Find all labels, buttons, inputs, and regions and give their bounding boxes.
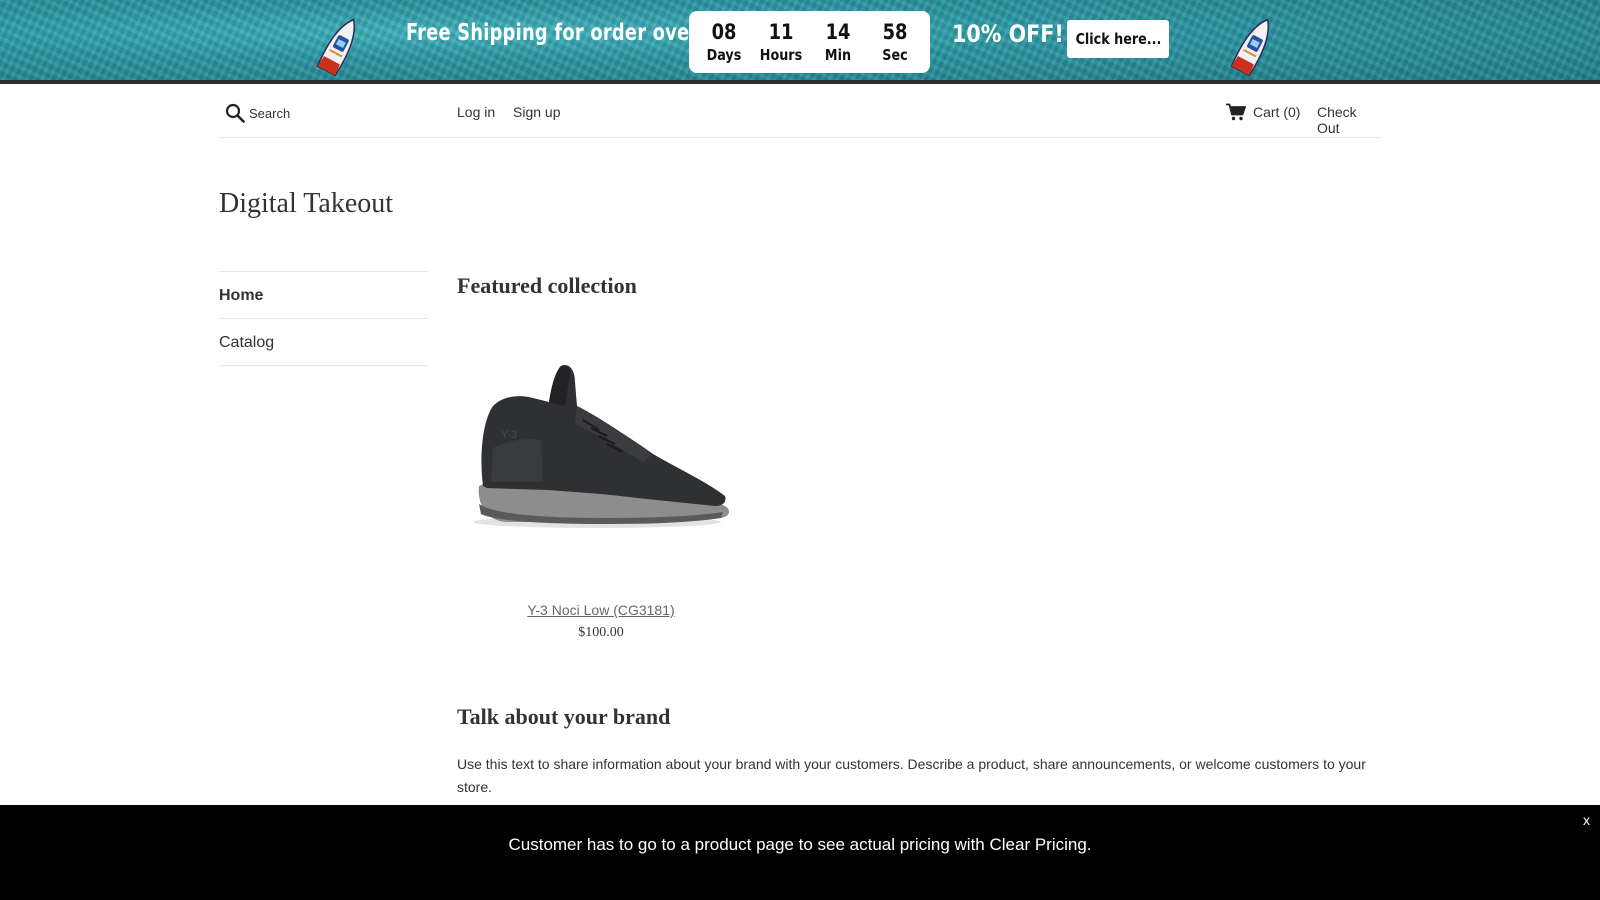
product-image[interactable]: Y-3 — [457, 336, 745, 556]
product-price: $100.00 — [578, 625, 624, 640]
signup-link[interactable]: Sign up — [513, 104, 560, 120]
product-card[interactable]: Y-3 Y-3 Noci Low (CG3181) $100.00 — [457, 336, 745, 646]
svg-text:Y-3: Y-3 — [501, 429, 517, 441]
checkout-link[interactable]: Check Out — [1317, 104, 1381, 136]
speedboat-icon — [316, 18, 356, 77]
banner-cta-label: Click here... — [1075, 30, 1161, 48]
brand-section-title: Talk about your brand — [457, 704, 671, 729]
announcement-banner: Free Shipping for order over 08 Days 11 … — [0, 0, 1600, 84]
close-button[interactable]: x — [1583, 812, 1590, 828]
shipping-message: Free Shipping for order over — [406, 20, 699, 46]
sidebar-item-home[interactable]: Home — [219, 272, 428, 319]
product-title-link[interactable]: Y-3 Noci Low (CG3181) — [457, 602, 745, 618]
countdown-timer: 08 Days 11 Hours 14 Min 58 Sec — [689, 11, 930, 73]
countdown-unit: Hours — [759, 46, 803, 64]
notice-text: Customer has to go to a product page to … — [508, 835, 1092, 854]
search-input[interactable] — [249, 101, 429, 125]
countdown-value: 14 — [825, 20, 851, 44]
countdown-value: 11 — [768, 20, 794, 44]
featured-collection-title: Featured collection — [457, 273, 637, 298]
countdown-seconds: 58 Sec — [869, 19, 921, 65]
search-icon[interactable] — [225, 103, 245, 123]
cart-link[interactable]: Cart (0) — [1253, 104, 1300, 120]
countdown-unit: Min — [825, 46, 852, 64]
countdown-minutes: 14 Min — [812, 19, 864, 65]
cart-icon[interactable] — [1226, 103, 1246, 121]
discount-offer: 10% OFF! — [952, 20, 1064, 48]
countdown-value: 58 — [882, 20, 908, 44]
site-header: Log in Sign up Cart (0) Check Out — [219, 88, 1381, 138]
countdown-hours: 11 Hours — [755, 19, 807, 65]
site-title[interactable]: Digital Takeout — [219, 188, 393, 220]
speedboat-icon — [1230, 18, 1270, 77]
countdown-days: 08 Days — [698, 19, 750, 65]
countdown-value: 08 — [711, 20, 737, 44]
pricing-notice-bar: Customer has to go to a product page to … — [0, 805, 1600, 900]
countdown-unit: Sec — [882, 46, 909, 64]
sidebar-nav: Home Catalog — [219, 271, 428, 366]
banner-cta-button[interactable]: Click here... — [1067, 20, 1169, 58]
sidebar-item-catalog[interactable]: Catalog — [219, 319, 428, 366]
login-link[interactable]: Log in — [457, 104, 495, 120]
brand-description: Use this text to share information about… — [457, 756, 1366, 795]
countdown-unit: Days — [706, 46, 741, 64]
